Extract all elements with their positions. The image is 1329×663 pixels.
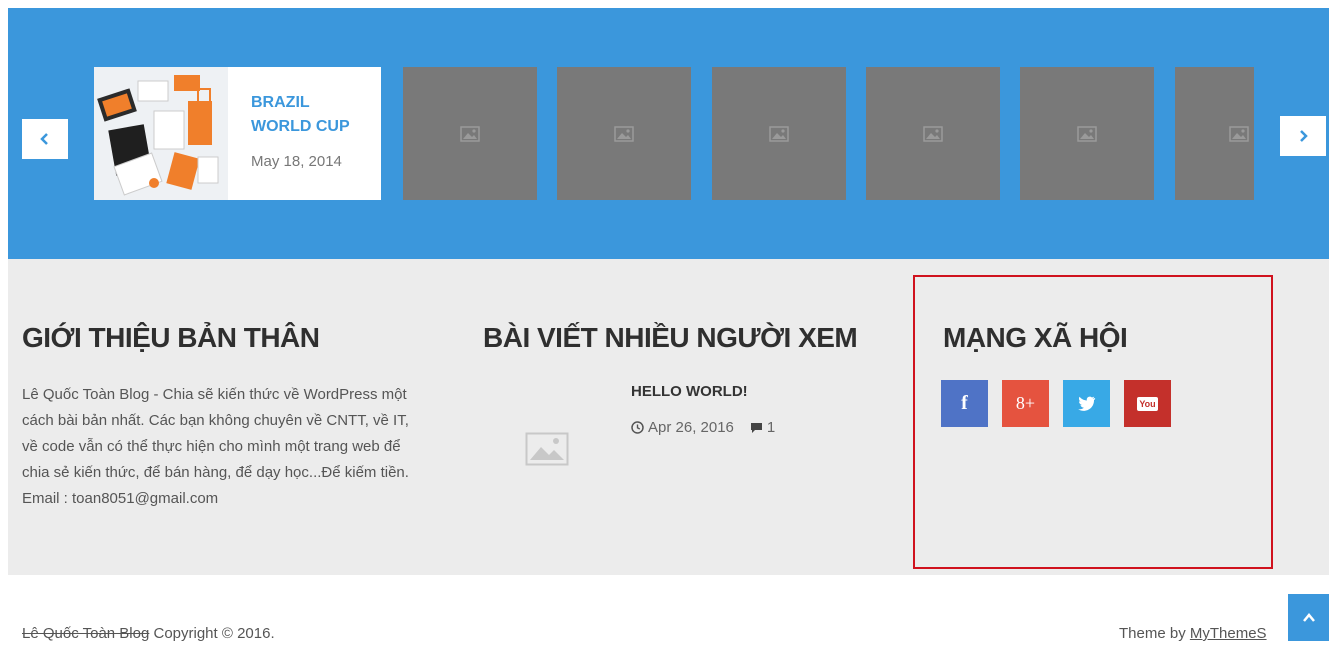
social-widget-title: MẠNG XÃ HỘI [943, 322, 1128, 353]
page: BRAZIL WORLD CUP May 18, 2014 GIỚI THIỆU… [0, 0, 1329, 663]
popular-post-date: Apr 26, 2016 [648, 419, 734, 436]
clock-icon [631, 421, 644, 434]
youtube-button[interactable]: You [1124, 380, 1171, 427]
featured-post-thumbnail [94, 67, 228, 200]
chevron-right-icon [1300, 130, 1308, 142]
image-placeholder-icon[interactable] [525, 432, 569, 466]
popular-post-title[interactable]: HELLO WORLD! [631, 383, 748, 400]
chevron-left-icon [40, 133, 48, 145]
image-placeholder-icon [460, 125, 480, 142]
carousel-slide[interactable] [712, 67, 846, 200]
scroll-to-top-button[interactable] [1288, 594, 1329, 641]
carousel-slide[interactable] [557, 67, 691, 200]
youtube-icon: You [1137, 396, 1158, 411]
image-placeholder-icon [923, 125, 943, 142]
twitter-button[interactable] [1063, 380, 1110, 427]
copyright: Lê Quốc Toàn Blog Copyright © 2016. [22, 625, 275, 642]
footer-widgets: GIỚI THIỆU BẢN THÂN Lê Quốc Toàn Blog - … [8, 259, 1329, 575]
facebook-button[interactable]: f [941, 380, 988, 427]
posts-carousel: BRAZIL WORLD CUP May 18, 2014 [8, 8, 1329, 259]
image-placeholder-icon [1077, 125, 1097, 142]
social-buttons: f 8+ You [941, 380, 1171, 427]
popular-post-meta: Apr 26, 2016 1 [631, 419, 775, 436]
twitter-icon [1077, 396, 1095, 411]
featured-post-card[interactable]: BRAZIL WORLD CUP May 18, 2014 [94, 67, 381, 200]
carousel-slide[interactable] [1175, 67, 1254, 200]
carousel-slide[interactable] [866, 67, 1000, 200]
about-widget-text: Lê Quốc Toàn Blog - Chia sẽ kiến thức về… [22, 386, 409, 507]
chevron-up-icon [1302, 612, 1315, 622]
theme-by-label: Theme by [1119, 625, 1190, 642]
popular-post-comment-count[interactable]: 1 [767, 419, 775, 436]
carousel-prev-button[interactable] [22, 119, 68, 159]
stationery-image-icon [94, 67, 228, 200]
featured-post-date: May 18, 2014 [251, 153, 342, 170]
theme-credit: Theme by MyThemeS [1119, 625, 1267, 642]
site-name-link[interactable]: Lê Quốc Toàn Blog [22, 625, 149, 642]
image-placeholder-icon [614, 125, 634, 142]
carousel-next-button[interactable] [1280, 116, 1326, 156]
carousel-slide[interactable] [403, 67, 537, 200]
image-placeholder-icon [1228, 125, 1249, 142]
comment-icon [750, 423, 762, 433]
site-footer: Lê Quốc Toàn Blog Copyright © 2016. Them… [8, 575, 1329, 663]
featured-post-title[interactable]: BRAZIL WORLD CUP [251, 91, 361, 139]
about-widget-title: GIỚI THIỆU BẢN THÂN [22, 322, 320, 353]
popular-posts-widget-title: BÀI VIẾT NHIỀU NGƯỜI XEM [483, 322, 858, 353]
copyright-text: Copyright © 2016. [149, 625, 275, 642]
facebook-icon: f [961, 392, 968, 414]
carousel-slide[interactable] [1020, 67, 1154, 200]
image-placeholder-icon [769, 125, 789, 142]
google-plus-icon: 8+ [1015, 393, 1036, 413]
theme-link[interactable]: MyThemeS [1190, 625, 1267, 642]
google-plus-button[interactable]: 8+ [1002, 380, 1049, 427]
